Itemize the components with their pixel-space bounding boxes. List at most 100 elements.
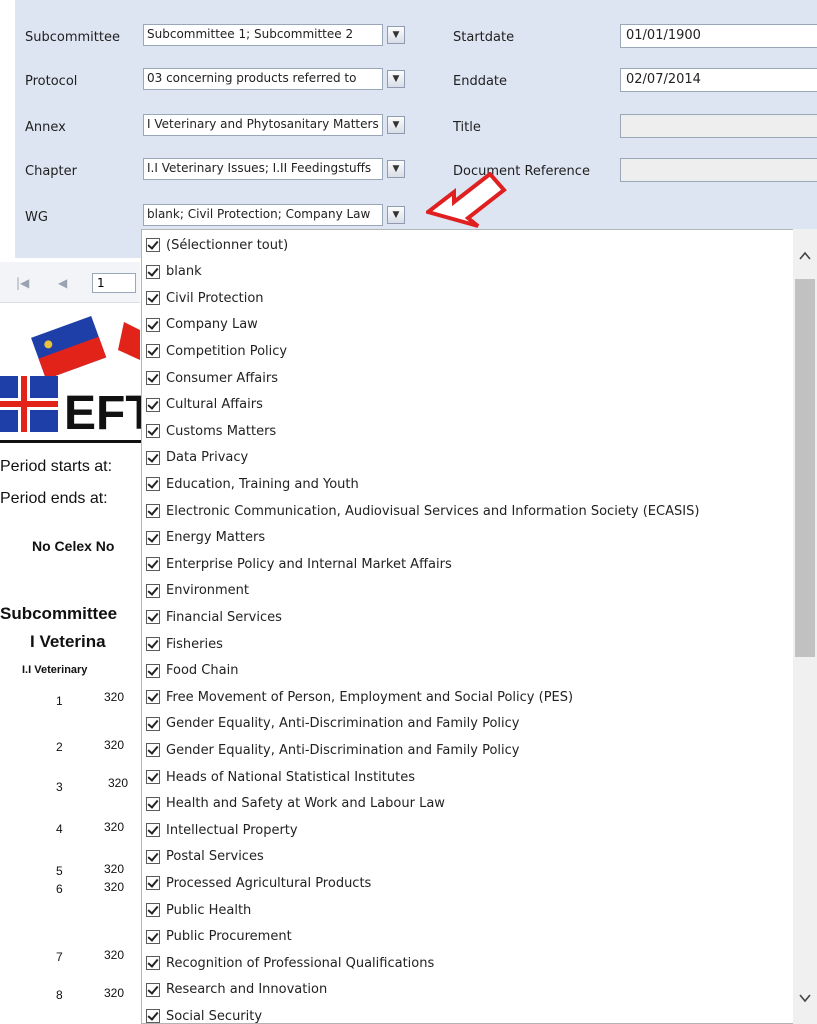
dropdown-item[interactable]: blank [146,259,202,285]
checked-checkbox-icon[interactable] [146,291,160,306]
checked-checkbox-icon[interactable] [146,450,160,465]
dropdown-item[interactable]: Gender Equality, Anti-Discrimination and… [146,737,519,763]
scroll-up-icon[interactable] [798,249,812,263]
dropdown-item[interactable]: Civil Protection [146,285,264,311]
dropdown-item[interactable]: Public Procurement [146,924,292,950]
dropdown-item[interactable]: Food Chain [146,658,238,684]
dropdown-item[interactable]: Gender Equality, Anti-Discrimination and… [146,711,519,737]
dropdown-item[interactable]: Research and Innovation [146,977,327,1003]
dropdown-item[interactable]: Recognition of Professional Qualificatio… [146,950,434,976]
checked-checkbox-icon[interactable] [146,317,160,332]
dropdown-item-label: Consumer Affairs [166,370,278,386]
checked-checkbox-icon[interactable] [146,637,160,651]
checked-checkbox-icon[interactable] [146,690,160,705]
protocol-select[interactable]: 03 concerning products referred to [143,68,383,90]
checked-checkbox-icon[interactable] [146,770,160,784]
startdate-input[interactable]: 01/01/1900 [620,24,817,48]
dropdown-item[interactable]: Data Privacy [146,445,248,471]
dropdown-item-label: Heads of National Statistical Institutes [166,769,415,785]
annex-select[interactable]: I Veterinary and Phytosanitary Matters [143,114,383,136]
checked-checkbox-icon[interactable] [146,956,160,971]
dropdown-item[interactable]: Health and Safety at Work and Labour Law [146,791,445,817]
dropdown-item[interactable]: Postal Services [146,844,264,870]
checked-checkbox-icon[interactable] [146,397,160,412]
dropdown-item[interactable]: Company Law [146,312,258,338]
checked-checkbox-icon[interactable] [146,424,160,439]
dropdown-item[interactable]: Enterprise Policy and Internal Market Af… [146,551,452,577]
annex-dropdown-button[interactable]: ▼ [387,116,405,134]
dropdown-item[interactable]: Environment [146,578,249,604]
dropdown-item[interactable]: Public Health [146,897,251,923]
dropdown-item-label: Gender Equality, Anti-Discrimination and… [166,742,520,758]
checked-checkbox-icon[interactable] [146,504,160,518]
enddate-input[interactable]: 02/07/2014 [620,68,817,92]
dropdown-item[interactable]: Education, Training and Youth [146,471,359,497]
wg-dropdown-button[interactable]: ▼ [387,206,405,224]
period-start-label: Period starts at: [0,458,113,475]
checked-checkbox-icon[interactable] [146,477,160,492]
dropdown-item[interactable]: Intellectual Property [146,817,298,843]
dropdown-item[interactable]: Customs Matters [146,418,276,444]
checked-checkbox-icon[interactable] [146,823,160,838]
checked-checkbox-icon[interactable] [146,743,160,758]
checked-checkbox-icon[interactable] [146,982,160,997]
page-number-input[interactable]: 1 [92,273,136,293]
protocol-dropdown-button[interactable]: ▼ [387,70,405,88]
checked-checkbox-icon[interactable] [146,876,160,891]
checked-checkbox-icon[interactable] [146,849,160,864]
previous-page-icon[interactable]: ◀ [58,276,67,290]
dropdown-item-label: Environment [166,583,250,599]
dropdown-item[interactable]: Fisheries [146,631,223,657]
scroll-down-icon[interactable] [798,991,812,1005]
dropdown-item[interactable]: Competition Policy [146,338,287,364]
row-1-celex: 320 [104,690,125,704]
checked-checkbox-icon[interactable] [146,371,160,385]
checked-checkbox-icon[interactable] [146,1009,160,1023]
title-input[interactable] [620,114,817,138]
subcommittee-dropdown-button[interactable]: ▼ [387,26,405,44]
dropdown-item[interactable]: Processed Agricultural Products [146,870,371,896]
checked-checkbox-icon[interactable] [146,610,160,625]
dropdown-item[interactable]: Free Movement of Person, Employment and … [146,684,573,710]
subcommittee-select[interactable]: Subcommittee 1; Subcommittee 2 [143,24,383,46]
dropdown-item[interactable]: Consumer Affairs [146,365,278,391]
row-2-no: 2 [56,740,63,754]
row-6-no: 6 [56,882,63,896]
first-page-icon[interactable]: |◀ [16,276,29,290]
dropdown-item[interactable]: Heads of National Statistical Institutes [146,764,415,790]
checked-checkbox-icon[interactable] [146,264,160,279]
scroll-thumb[interactable] [795,279,815,657]
chapter-dropdown-button[interactable]: ▼ [387,160,405,178]
period-end-label: Period ends at: [0,490,108,507]
dropdown-item-label: Research and Innovation [166,982,328,998]
row-4-celex: 320 [104,820,125,834]
checked-checkbox-icon[interactable] [146,929,160,944]
dropdown-item[interactable]: Financial Services [146,604,282,630]
checked-checkbox-icon[interactable] [146,583,160,598]
checked-checkbox-icon[interactable] [146,796,160,811]
dropdown-scrollbar[interactable] [793,229,817,1024]
row-6-celex: 320 [104,880,125,894]
document-reference-input[interactable] [620,158,817,182]
dropdown-item[interactable]: (Sélectionner tout) [146,232,288,258]
dropdown-item-label: Recognition of Professional Qualificatio… [166,955,435,971]
dropdown-item[interactable]: Energy Matters [146,525,265,551]
checked-checkbox-icon[interactable] [146,663,160,678]
iceland-flag-icon [0,376,58,432]
row-7-celex: 320 [104,948,125,962]
wg-select[interactable]: blank; Civil Protection; Company Law [143,204,383,226]
chapter-select[interactable]: I.I Veterinary Issues; I.II Feedingstuff… [143,158,383,180]
dropdown-item[interactable]: Electronic Communication, Audiovisual Se… [146,498,699,524]
dropdown-item[interactable]: Social Security [146,1003,262,1023]
checked-checkbox-icon[interactable] [146,238,160,252]
wg-dropdown-list[interactable]: (Sélectionner tout) blank Civil Protection… [141,229,817,1024]
startdate-value: 01/01/1900 [626,28,701,43]
dropdown-item-label: Fisheries [166,636,223,652]
dropdown-item[interactable]: Cultural Affairs [146,392,263,418]
checked-checkbox-icon[interactable] [146,344,160,359]
checked-checkbox-icon[interactable] [146,530,160,545]
checked-checkbox-icon[interactable] [146,903,160,917]
dropdown-item-label: Financial Services [166,609,282,625]
checked-checkbox-icon[interactable] [146,716,160,731]
checked-checkbox-icon[interactable] [146,557,160,572]
